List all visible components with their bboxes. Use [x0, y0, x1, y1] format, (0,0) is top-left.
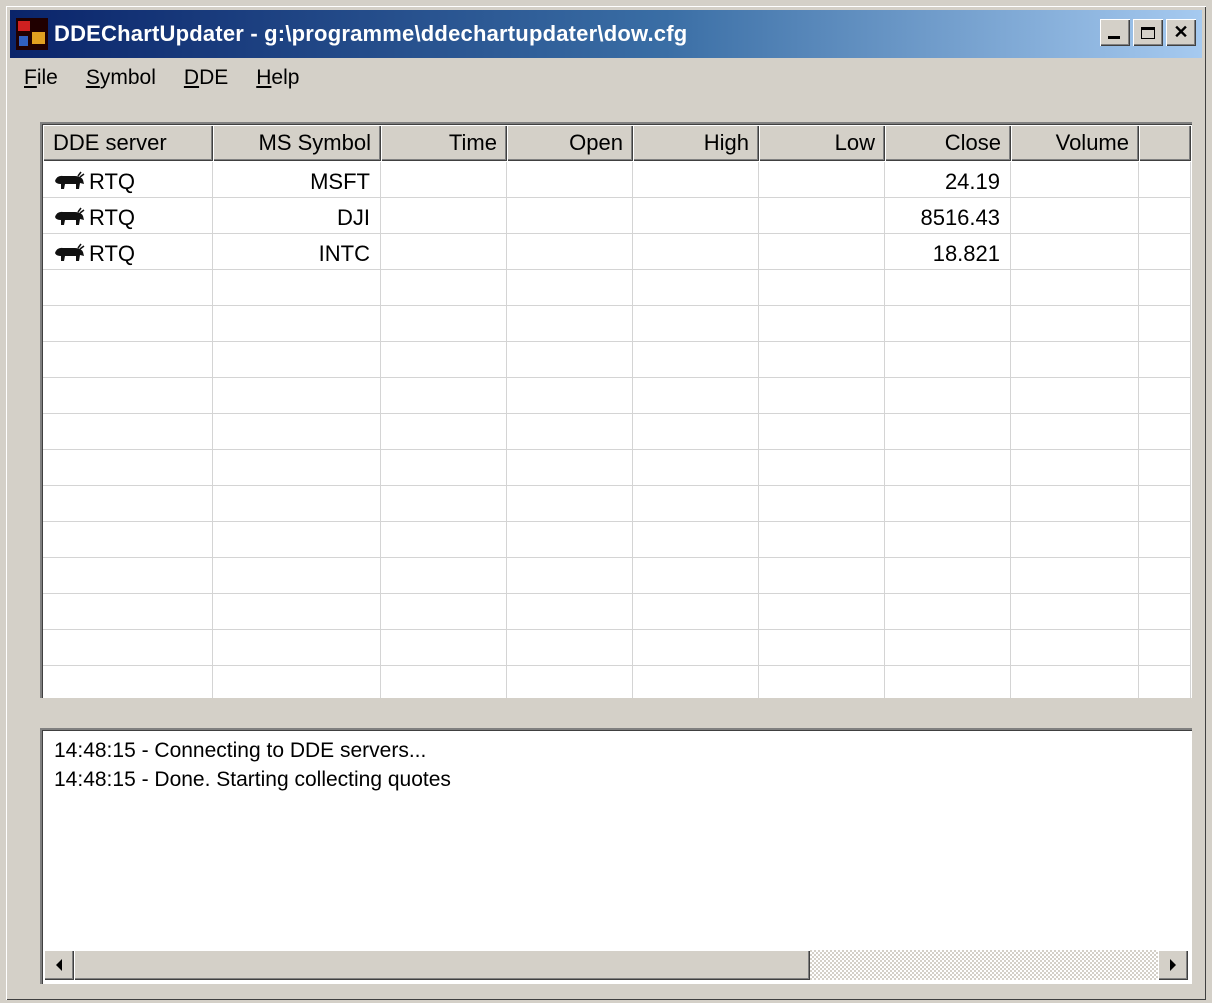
- menu-bar: File Symbol DDE Help: [10, 60, 1202, 96]
- cell-high: [633, 198, 759, 234]
- cell-extra: [1139, 162, 1191, 198]
- empty-row: [43, 414, 1191, 450]
- col-header-volume[interactable]: Volume: [1011, 125, 1139, 161]
- log-line: 14:48:15 - Done. Starting collecting quo…: [54, 768, 451, 791]
- empty-row: [43, 306, 1191, 342]
- empty-row: [43, 270, 1191, 306]
- table-row[interactable]: RTQ DJI 8516.43: [43, 198, 1191, 234]
- bull-icon: [55, 171, 85, 189]
- cell-open: [507, 198, 633, 234]
- empty-row: [43, 450, 1191, 486]
- cell-low: [759, 162, 885, 198]
- scroll-right-button[interactable]: [1158, 950, 1188, 980]
- cell-dde-server: RTQ: [43, 234, 213, 270]
- col-header-close[interactable]: Close: [885, 125, 1011, 161]
- empty-row: [43, 558, 1191, 594]
- empty-row: [43, 630, 1191, 666]
- minimize-button[interactable]: [1100, 19, 1130, 46]
- scroll-left-button[interactable]: [44, 950, 74, 980]
- empty-row: [43, 666, 1191, 698]
- bull-icon: [55, 243, 85, 261]
- col-header-extra[interactable]: [1139, 125, 1191, 161]
- ddechartupdater-icon[interactable]: [16, 18, 48, 50]
- arrow-right-icon: [1170, 959, 1176, 971]
- col-header-dde-server[interactable]: DDE server: [43, 125, 213, 161]
- empty-row: [43, 522, 1191, 558]
- cell-dde-server: RTQ: [43, 198, 213, 234]
- server-name: RTQ: [89, 169, 136, 194]
- table-row[interactable]: RTQ INTC 18.821: [43, 234, 1191, 270]
- arrow-left-icon: [56, 959, 62, 971]
- menu-help[interactable]: Help: [242, 66, 313, 90]
- cell-high: [633, 234, 759, 270]
- col-header-high[interactable]: High: [633, 125, 759, 161]
- title-bar[interactable]: DDEChartUpdater - g:\programme\ddechartu…: [10, 10, 1202, 58]
- col-header-time[interactable]: Time: [381, 125, 507, 161]
- cell-volume: [1011, 198, 1139, 234]
- horizontal-scrollbar[interactable]: [44, 950, 1188, 980]
- quotes-list[interactable]: DDE server MS Symbol Time Open High Low …: [40, 122, 1192, 698]
- cell-open: [507, 234, 633, 270]
- menu-dde[interactable]: DDE: [170, 66, 242, 90]
- app-window: DDEChartUpdater - g:\programme\ddechartu…: [6, 6, 1206, 1000]
- maximize-icon: [1141, 26, 1155, 39]
- table-row[interactable]: RTQ MSFT 24.19: [43, 162, 1191, 198]
- empty-row: [43, 594, 1191, 630]
- cell-time: [381, 162, 507, 198]
- cell-high: [633, 162, 759, 198]
- col-header-open[interactable]: Open: [507, 125, 633, 161]
- cell-volume: [1011, 162, 1139, 198]
- cell-close: 8516.43: [885, 198, 1011, 234]
- cell-time: [381, 234, 507, 270]
- menu-file[interactable]: File: [10, 66, 72, 90]
- cell-extra: [1139, 234, 1191, 270]
- cell-close: 24.19: [885, 162, 1011, 198]
- empty-row: [43, 342, 1191, 378]
- caption-buttons: ✕: [1097, 19, 1196, 46]
- server-name: RTQ: [89, 241, 136, 266]
- list-header: DDE server MS Symbol Time Open High Low …: [43, 125, 1191, 161]
- cell-ms-symbol: DJI: [213, 198, 381, 234]
- col-header-ms-symbol[interactable]: MS Symbol: [213, 125, 381, 161]
- scroll-thumb[interactable]: [74, 950, 810, 980]
- minimize-icon: [1108, 36, 1120, 39]
- list-rows: RTQ MSFT 24.19 RTQ DJI 8516.43 RTQ INTC …: [43, 162, 1191, 698]
- log-panel[interactable]: 14:48:15 - Connecting to DDE servers... …: [40, 728, 1192, 984]
- log-line: 14:48:15 - Connecting to DDE servers...: [54, 739, 427, 762]
- cell-time: [381, 198, 507, 234]
- menu-symbol[interactable]: Symbol: [72, 66, 170, 90]
- cell-low: [759, 234, 885, 270]
- bull-icon: [55, 207, 85, 225]
- cell-dde-server: RTQ: [43, 162, 213, 198]
- log-lines: 14:48:15 - Connecting to DDE servers... …: [54, 736, 451, 794]
- close-button[interactable]: ✕: [1166, 19, 1196, 46]
- col-header-low[interactable]: Low: [759, 125, 885, 161]
- cell-ms-symbol: INTC: [213, 234, 381, 270]
- close-icon: ✕: [1173, 22, 1189, 42]
- cell-open: [507, 162, 633, 198]
- cell-volume: [1011, 234, 1139, 270]
- empty-row: [43, 378, 1191, 414]
- cell-extra: [1139, 198, 1191, 234]
- empty-row: [43, 486, 1191, 522]
- cell-close: 18.821: [885, 234, 1011, 270]
- window-title: DDEChartUpdater - g:\programme\ddechartu…: [54, 21, 688, 46]
- cell-low: [759, 198, 885, 234]
- maximize-button[interactable]: [1133, 19, 1163, 46]
- server-name: RTQ: [89, 205, 136, 230]
- cell-ms-symbol: MSFT: [213, 162, 381, 198]
